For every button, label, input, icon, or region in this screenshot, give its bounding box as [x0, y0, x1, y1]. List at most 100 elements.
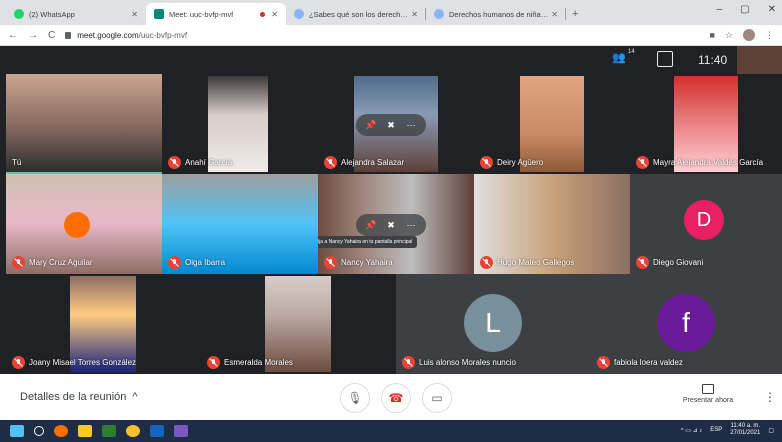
more-options-icon[interactable]: ⋮	[764, 390, 776, 404]
minimize-button[interactable]: –	[717, 4, 723, 15]
back-icon[interactable]: ←	[8, 30, 18, 41]
present-screen-icon	[702, 384, 714, 394]
participant-name: Mayra Alejandra Valdés García	[636, 156, 763, 169]
profile-avatar[interactable]	[743, 29, 755, 41]
close-tab-icon[interactable]: ✕	[411, 10, 418, 19]
pin-icon[interactable]: 📌	[364, 118, 378, 132]
more-options-icon[interactable]: ⋯	[404, 218, 418, 232]
tab-label: (2) WhatsApp	[29, 9, 75, 19]
windows-start-icon[interactable]	[10, 425, 24, 437]
tray-icons[interactable]: ^ ▭ ⊿ ♪	[681, 427, 703, 434]
participant-name: Anahí García	[168, 156, 232, 169]
url-field[interactable]: meet.google.com/uuc-bvfp-mvf	[65, 31, 187, 40]
system-clock[interactable]: 11:40 a. m. 27/01/2021	[730, 423, 760, 437]
word-icon[interactable]	[150, 425, 164, 437]
pin-icon[interactable]: 📌	[364, 218, 378, 232]
video-tile[interactable]: Esmeralda Morales	[201, 274, 396, 374]
participant-name: Deiry Agüero	[480, 156, 543, 169]
forward-icon[interactable]: →	[28, 30, 38, 41]
mic-off-icon	[207, 356, 220, 369]
file-explorer-icon[interactable]	[78, 425, 92, 437]
hang-up-icon: ☎	[388, 391, 404, 405]
search-icon[interactable]	[34, 426, 44, 436]
video-tile[interactable]: Mary Cruz Aguilar	[6, 174, 162, 274]
people-icon: 👥	[612, 52, 626, 64]
excel-icon[interactable]	[102, 425, 116, 437]
meeting-details-button[interactable]: Detalles de la reunión ^	[20, 391, 138, 403]
tab-whatsapp[interactable]: (2) WhatsApp ✕	[6, 3, 146, 25]
video-tile[interactable]: 📌 ✖ ⋯ Alejandra Salazar	[318, 74, 474, 174]
reload-icon[interactable]: C	[48, 30, 55, 41]
participant-name: Hugo Mateo Gallegos	[480, 256, 574, 269]
url-host: meet.google.com	[77, 30, 139, 40]
participant-name: Nancy Yahaira	[324, 256, 393, 269]
video-tile[interactable]: Joany Misael Torres González	[6, 274, 201, 374]
mic-off-icon	[480, 156, 493, 169]
video-tile[interactable]: L Luis alonso Morales nuncio	[396, 274, 591, 374]
video-tile[interactable]: 📌 ✖ ⋯ Fija a Nancy Yahaira en tu pantall…	[318, 174, 474, 274]
mic-off-icon	[324, 256, 337, 269]
mic-off-icon	[12, 356, 25, 369]
maximize-button[interactable]: ▢	[740, 4, 749, 15]
menu-dots-icon[interactable]: ⋮	[765, 30, 774, 41]
close-tab-icon[interactable]: ✕	[131, 10, 138, 19]
window-controls: – ▢ ✕	[717, 4, 776, 15]
camera-button[interactable]: ▭	[422, 383, 452, 413]
windows-taskbar: ^ ▭ ⊿ ♪ ESP 11:40 a. m. 27/01/2021 ▢	[0, 420, 782, 442]
tab-label: Derechos humanos de niñas y n	[449, 9, 552, 19]
video-camera-icon: ▭	[431, 391, 443, 405]
meeting-control-bar: Detalles de la reunión ^ 🎙 ☎ ▭ Presentar…	[0, 374, 782, 420]
url-path: /uuc-bvfp-mvf	[138, 30, 188, 40]
participant-name: Alejandra Salazar	[324, 156, 404, 169]
tab-derechos-2[interactable]: Derechos humanos de niñas y n ✕	[426, 3, 566, 25]
mic-off-icon	[324, 156, 337, 169]
hang-up-button[interactable]: ☎	[381, 383, 411, 413]
participant-name: Joany Misael Torres González	[12, 356, 136, 369]
video-tile-self[interactable]: Tú	[6, 74, 162, 174]
tab-label: Meet: uuc-bvfp-mvf	[169, 9, 234, 19]
video-tile[interactable]: Olga Ibarra	[162, 174, 318, 274]
mic-off-icon	[597, 356, 610, 369]
meeting-details-label: Detalles de la reunión	[20, 391, 127, 403]
new-tab-button[interactable]: +	[566, 3, 584, 25]
meeting-clock: 11:40	[698, 53, 728, 67]
meet-icon	[154, 9, 164, 19]
mic-off-icon	[636, 156, 649, 169]
close-tab-icon[interactable]: ✕	[551, 10, 558, 19]
tab-label: ¿Sabes qué son los derechos de	[309, 9, 412, 19]
mic-off-icon	[168, 156, 181, 169]
bookmark-star-icon[interactable]: ☆	[725, 30, 733, 41]
microphone-icon: 🎙	[347, 391, 363, 405]
tab-derechos-1[interactable]: ¿Sabes qué son los derechos de ✕	[286, 3, 426, 25]
participants-button[interactable]: 👥 14	[612, 49, 646, 71]
present-now-button[interactable]: Presentar ahora	[676, 384, 740, 404]
video-tile[interactable]: f fabiola loera valdez	[591, 274, 782, 374]
chrome-icon[interactable]	[126, 425, 140, 437]
video-tile[interactable]: Mayra Alejandra Valdés García	[630, 74, 782, 174]
teams-icon[interactable]	[174, 425, 188, 437]
present-now-label: Presentar ahora	[682, 397, 734, 404]
participant-count: 14	[628, 49, 635, 55]
microphone-button[interactable]: 🎙	[340, 383, 370, 413]
participant-name: Diego Giovani	[636, 256, 703, 269]
close-window-button[interactable]: ✕	[768, 4, 776, 15]
video-tile[interactable]: Anahí García	[162, 74, 318, 174]
firefox-icon[interactable]	[54, 425, 68, 437]
mute-icon[interactable]: ✖	[384, 118, 398, 132]
more-options-icon[interactable]: ⋯	[404, 118, 418, 132]
notifications-icon[interactable]: ▢	[768, 427, 774, 434]
tile-hover-controls: 📌 ✖ ⋯	[356, 214, 426, 236]
mute-icon[interactable]: ✖	[384, 218, 398, 232]
participant-name: Olga Ibarra	[168, 256, 225, 269]
camera-icon[interactable]: ■	[709, 30, 714, 40]
video-tile[interactable]: Deiry Agüero	[474, 74, 630, 174]
mic-off-icon	[636, 256, 649, 269]
video-tile[interactable]: Hugo Mateo Gallegos	[474, 174, 630, 274]
close-tab-icon[interactable]: ✕	[271, 10, 278, 19]
language-indicator[interactable]: ESP	[710, 427, 722, 433]
recording-indicator-icon	[260, 11, 266, 17]
chat-icon[interactable]	[657, 51, 673, 67]
tab-meet[interactable]: Meet: uuc-bvfp-mvf ✕	[146, 3, 286, 25]
video-tile[interactable]: D Diego Giovani	[630, 174, 782, 274]
participant-name: Tú	[12, 158, 22, 167]
